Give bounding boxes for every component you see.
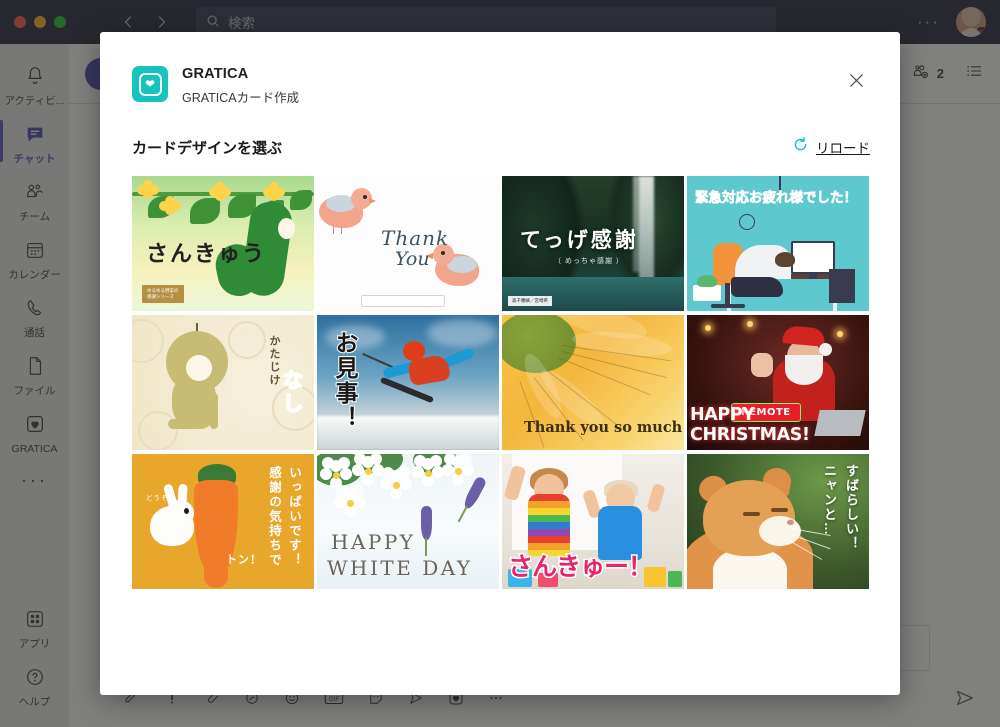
- card-badge: ゆるゆる野菜の 感謝シリーズ: [142, 285, 184, 303]
- card-rabbit[interactable]: どうぞ トン！ 感謝の気持ちで いっぱいです！: [132, 454, 314, 589]
- card-title: 緊急対応お疲れ様でした！: [695, 190, 858, 207]
- card-title-line2: なし: [279, 368, 304, 416]
- card-title-line2: すばらしい！: [844, 464, 859, 551]
- card-cat[interactable]: ニャンと… すばらしい！: [687, 454, 869, 589]
- card-title-line2: WHITE DAY: [327, 556, 473, 580]
- reload-icon: [792, 136, 809, 158]
- card-sunflower[interactable]: Thank you so much: [502, 315, 684, 450]
- card-design-grid: さんきゅう ゆるゆる野菜の 感謝シリーズ Thank You てっげ感謝 （ め…: [100, 176, 900, 589]
- reload-button[interactable]: リロード: [792, 136, 870, 158]
- card-title: HAPPY CHRISTMAS!: [690, 405, 810, 445]
- gratica-card-dialog: ❤ GRATICA GRATICAカード作成 カードデザインを選ぶ リロード さ…: [100, 32, 900, 695]
- card-title: Thank you so much: [524, 419, 683, 436]
- card-title: さんきゅー！: [506, 551, 654, 583]
- card-thankyou-birds[interactable]: Thank You: [317, 176, 499, 311]
- card-caption-small: どうぞ: [146, 495, 169, 502]
- app-name: GRATICA: [182, 66, 249, 82]
- card-title: さんきゅう: [146, 242, 267, 267]
- page-title: カードデザインを選ぶ: [132, 139, 283, 157]
- dialog-header: ❤ GRATICA GRATICAカード作成: [100, 32, 900, 106]
- app-subtitle: GRATICAカード作成: [182, 91, 300, 105]
- gratica-heart-logo: ❤: [132, 66, 168, 102]
- card-caption-small2: トン！: [226, 554, 262, 566]
- card-title-line1: ニャンと…: [822, 464, 837, 537]
- section-header: カードデザインを選ぶ リロード: [100, 106, 900, 158]
- reload-label: リロード: [816, 141, 870, 156]
- teams-app-window: 検索 ··· アクティビ... チャット チーム: [0, 0, 1000, 727]
- close-icon[interactable]: [842, 66, 870, 94]
- card-title-line2: You: [395, 248, 430, 270]
- card-title: お見事！: [330, 330, 358, 432]
- card-badge: 高千穂峡／宮崎県: [508, 296, 552, 306]
- card-subtitle: （ めっちゃ感謝 ）: [554, 258, 624, 265]
- card-cucumber[interactable]: さんきゅう ゆるゆる野菜の 感謝シリーズ: [132, 176, 314, 311]
- card-title-line2: いっぱいです！: [287, 466, 301, 568]
- card-title-line1: 感謝の気持ちで: [267, 466, 281, 568]
- card-pear[interactable]: かたじけ なし: [132, 315, 314, 450]
- card-whiteday[interactable]: HAPPY WHITE DAY: [317, 454, 499, 589]
- card-overtime[interactable]: 緊急対応お疲れ様でした！: [687, 176, 869, 311]
- card-kids[interactable]: さんきゅー！: [502, 454, 684, 589]
- card-ski[interactable]: お見事！: [317, 315, 499, 450]
- card-title: てっげ感謝: [520, 228, 639, 252]
- card-waterfall[interactable]: てっげ感謝 （ めっちゃ感謝 ） 高千穂峡／宮崎県: [502, 176, 684, 311]
- card-title-line1: HAPPY: [331, 530, 416, 554]
- card-santa[interactable]: REMOTE HAPPY CHRISTMAS!: [687, 315, 869, 450]
- card-title-line1: Thank: [381, 226, 450, 250]
